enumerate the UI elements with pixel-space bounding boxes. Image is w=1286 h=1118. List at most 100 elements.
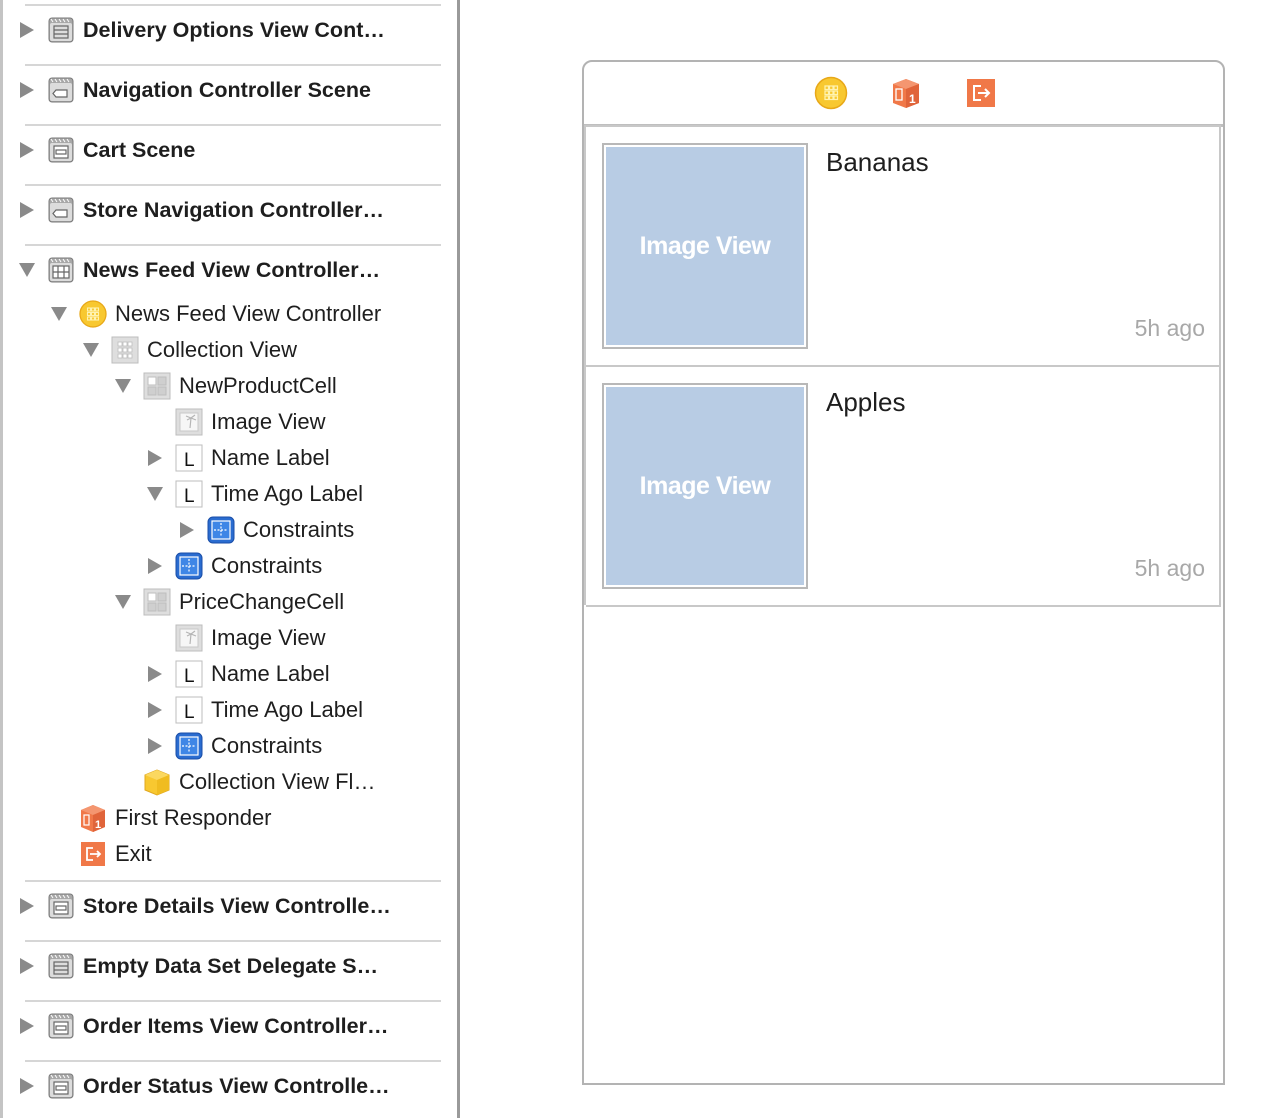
tree-item-time-ago-label[interactable]: L Time Ago Label xyxy=(3,692,443,728)
label-icon: L xyxy=(175,480,203,508)
view-controller-icon xyxy=(47,1012,75,1040)
disclosure-expanded-icon[interactable] xyxy=(19,263,35,277)
disclosure-collapsed-icon[interactable] xyxy=(148,666,162,682)
tree-item-collection-view-fl[interactable]: Collection View Fl… xyxy=(3,764,443,800)
disclosure-collapsed-icon[interactable] xyxy=(20,1018,34,1034)
outline-item-label: First Responder xyxy=(115,805,272,830)
disclosure-collapsed-icon[interactable] xyxy=(20,958,34,974)
outline-item-label: Constraints xyxy=(211,553,323,578)
view-controller-icon xyxy=(47,136,75,164)
scene-row-store-navigation-controller[interactable]: Store Navigation Controller… xyxy=(3,192,443,228)
disclosure-collapsed-icon[interactable] xyxy=(148,450,162,466)
outline-item-label: Order Status View Controlle… xyxy=(83,1074,390,1098)
disclosure-collapsed-icon[interactable] xyxy=(148,702,162,718)
flow-layout-cube-icon xyxy=(143,768,171,796)
disclosure-expanded-icon[interactable] xyxy=(51,307,67,321)
disclosure-expanded-icon[interactable] xyxy=(115,595,131,609)
cell-edge xyxy=(1219,125,1221,605)
disclosure-expanded-icon[interactable] xyxy=(115,379,131,393)
outline-splitter[interactable] xyxy=(457,0,460,1118)
collection-cell-icon xyxy=(143,372,171,400)
tree-item-collection-view[interactable]: Collection View xyxy=(3,332,443,368)
outline-item-label: Store Details View Controlle… xyxy=(83,894,391,918)
outline-item-label: Cart Scene xyxy=(83,138,196,162)
collection-cell-icon xyxy=(143,588,171,616)
collection-cell[interactable]: Image View Bananas 5h ago xyxy=(586,127,1221,367)
scene-row-order-items-view-controller[interactable]: Order Items View Controller… xyxy=(3,1008,443,1044)
tree-item-first-responder[interactable]: 1 First Responder xyxy=(3,800,443,836)
image-view-icon xyxy=(175,624,203,652)
tree-item-name-label[interactable]: L Name Label xyxy=(3,440,443,476)
table-view-controller-icon xyxy=(47,952,75,980)
scene-row-cart-scene[interactable]: Cart Scene xyxy=(3,132,443,168)
image-view-placeholder: Image View xyxy=(606,147,804,345)
scene-separator xyxy=(25,124,441,126)
tree-item-news-feed-view-controller[interactable]: News Feed View Controller xyxy=(3,296,443,332)
name-label[interactable]: Apples xyxy=(826,387,906,418)
disclosure-collapsed-icon[interactable] xyxy=(20,898,34,914)
label-icon: L xyxy=(175,444,203,472)
scene-separator xyxy=(25,940,441,942)
collection-cell[interactable]: Image View Apples 5h ago xyxy=(586,367,1221,607)
tree-item-constraints[interactable]: Constraints xyxy=(3,512,443,548)
news-feed-scene[interactable]: 1 Image View Bananas 5h ago Image View Apple… xyxy=(582,60,1225,1085)
disclosure-collapsed-icon[interactable] xyxy=(148,558,162,574)
disclosure-collapsed-icon[interactable] xyxy=(148,738,162,754)
outline-item-label: Image View xyxy=(211,625,326,650)
view-controller-icon xyxy=(47,892,75,920)
time-ago-label[interactable]: 5h ago xyxy=(1135,315,1205,342)
scene-row-navigation-controller-scene[interactable]: Navigation Controller Scene xyxy=(3,72,443,108)
tree-item-constraints[interactable]: Constraints xyxy=(3,548,443,584)
outline-item-label: News Feed View Controller… xyxy=(83,258,381,282)
svg-text:1: 1 xyxy=(95,819,101,831)
scene-row-store-details-view-controlle[interactable]: Store Details View Controlle… xyxy=(3,888,443,924)
scene-dock: 1 xyxy=(584,62,1223,127)
disclosure-expanded-icon[interactable] xyxy=(147,487,163,501)
outline-item-label: Empty Data Set Delegate S… xyxy=(83,954,379,978)
tree-item-time-ago-label[interactable]: L Time Ago Label xyxy=(3,476,443,512)
disclosure-collapsed-icon[interactable] xyxy=(20,22,34,38)
scene-separator xyxy=(25,1000,441,1002)
tree-item-pricechangecell[interactable]: PriceChangeCell xyxy=(3,584,443,620)
constraints-icon xyxy=(175,732,203,760)
table-view-controller-icon xyxy=(47,16,75,44)
scene-row-order-status-view-controlle[interactable]: Order Status View Controlle… xyxy=(3,1068,443,1104)
image-view-icon xyxy=(175,408,203,436)
constraints-icon xyxy=(175,552,203,580)
disclosure-expanded-icon[interactable] xyxy=(83,343,99,357)
outline-item-label: News Feed View Controller xyxy=(115,301,382,326)
scene-separator xyxy=(25,184,441,186)
time-ago-label[interactable]: 5h ago xyxy=(1135,555,1205,582)
tree-item-image-view[interactable]: Image View xyxy=(3,404,443,440)
view-controller-circle-icon xyxy=(79,300,107,328)
scene-row-empty-data-set-delegate-s[interactable]: Empty Data Set Delegate S… xyxy=(3,948,443,984)
tree-item-constraints[interactable]: Constraints xyxy=(3,728,443,764)
scene-separator xyxy=(25,244,441,246)
tree-item-newproductcell[interactable]: NewProductCell xyxy=(3,368,443,404)
view-controller-circle-icon[interactable] xyxy=(814,76,848,110)
disclosure-collapsed-icon[interactable] xyxy=(20,202,34,218)
exit-icon xyxy=(79,840,107,868)
collection-view-controller-scene-icon xyxy=(47,256,75,284)
outline-item-label: Order Items View Controller… xyxy=(83,1014,389,1038)
svg-text:1: 1 xyxy=(909,92,916,106)
image-view[interactable]: Image View xyxy=(602,383,808,589)
disclosure-collapsed-icon[interactable] xyxy=(20,1078,34,1094)
scene-row-news-feed-view-controller[interactable]: News Feed View Controller… xyxy=(3,252,443,288)
svg-text:L: L xyxy=(184,486,195,507)
view-controller-icon xyxy=(47,1072,75,1100)
tree-item-exit[interactable]: Exit xyxy=(3,836,443,872)
name-label[interactable]: Bananas xyxy=(826,147,929,178)
first-responder-icon[interactable]: 1 xyxy=(889,76,923,110)
disclosure-collapsed-icon[interactable] xyxy=(20,82,34,98)
disclosure-collapsed-icon[interactable] xyxy=(180,522,194,538)
image-view[interactable]: Image View xyxy=(602,143,808,349)
scene-row-delivery-options-view-cont[interactable]: Delivery Options View Cont… xyxy=(3,12,443,48)
navigation-controller-icon xyxy=(47,196,75,224)
tree-item-name-label[interactable]: L Name Label xyxy=(3,656,443,692)
outline-item-label: PriceChangeCell xyxy=(179,589,345,614)
disclosure-collapsed-icon[interactable] xyxy=(20,142,34,158)
exit-icon[interactable] xyxy=(964,76,998,110)
outline-item-label: Name Label xyxy=(211,661,330,686)
tree-item-image-view[interactable]: Image View xyxy=(3,620,443,656)
